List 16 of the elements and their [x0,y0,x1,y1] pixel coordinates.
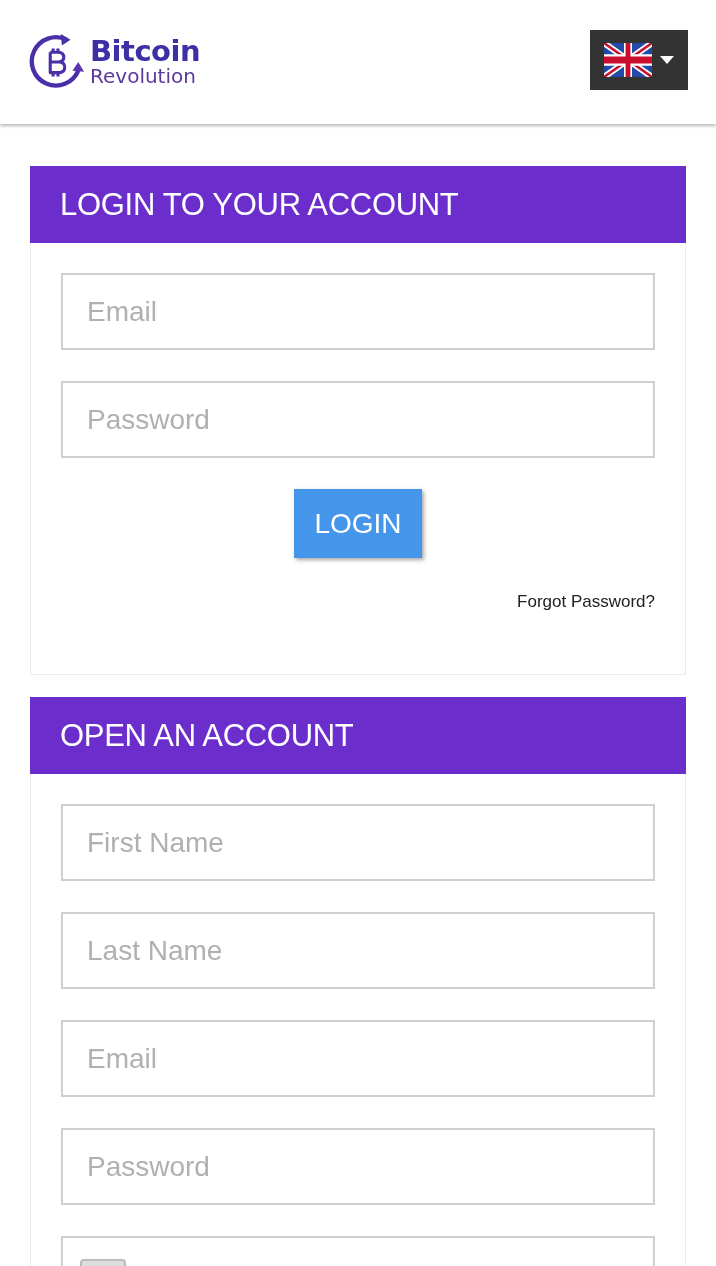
input-field[interactable]: Email [61,1020,655,1097]
card-title: OPEN AN ACCOUNT [30,697,686,774]
logo-subtitle: Revolution [90,65,197,86]
input-field[interactable]: Password [61,1128,655,1205]
input-field[interactable]: Password [61,381,655,458]
forgot-password-link[interactable]: Forgot Password? [517,592,655,612]
input-field[interactable]: Last Name [61,912,655,989]
input-field[interactable]: First Name [61,804,655,881]
circular-arrows-coin-icon [28,32,86,90]
language-button[interactable] [590,30,688,90]
caret-icon [660,56,674,64]
card-title: LOGIN TO YOUR ACCOUNT [30,166,686,243]
logo-title: Bitcoin [90,36,201,66]
input-field[interactable]: Email [61,273,655,350]
flag-icon [604,43,652,77]
input-field[interactable] [61,1236,655,1266]
